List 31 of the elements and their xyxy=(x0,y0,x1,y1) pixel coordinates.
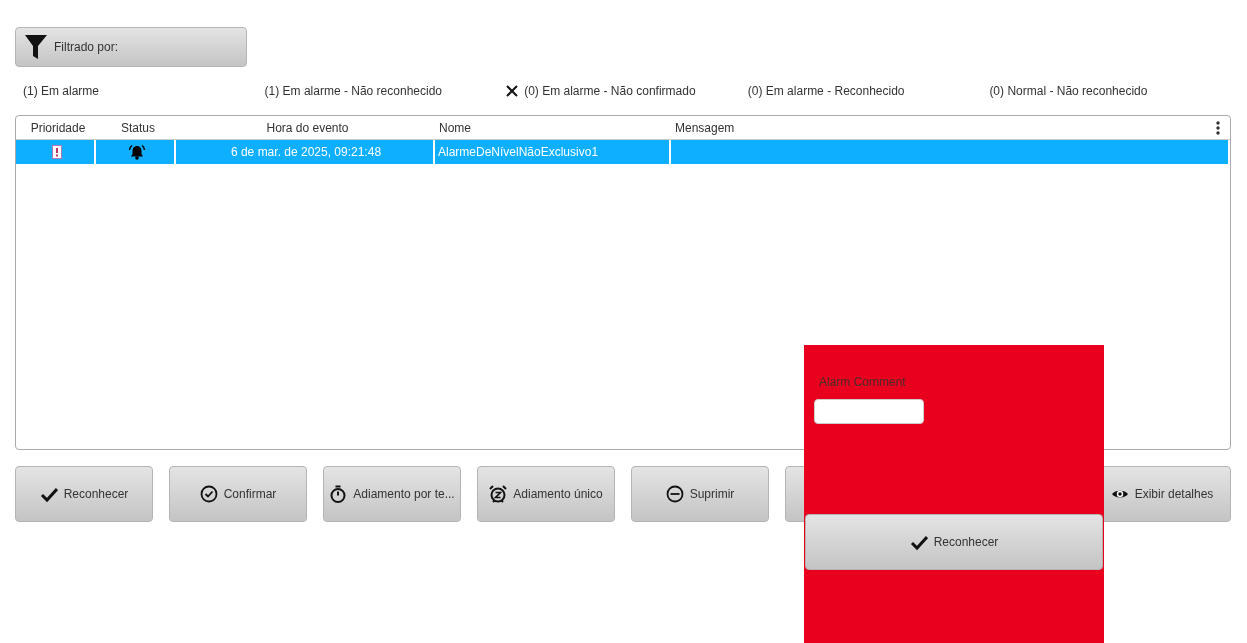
status-count[interactable]: (1) Em alarme xyxy=(23,84,99,98)
action-button[interactable]: Adiamento único xyxy=(477,466,615,522)
column-header[interactable]: Prioridade xyxy=(16,120,96,135)
status-count[interactable]: (1) Em alarme - Não reconhecido xyxy=(264,84,442,98)
acknowledge-button[interactable]: Reconhecer xyxy=(805,514,1103,570)
bell-icon xyxy=(127,144,146,160)
alarm-clock-icon xyxy=(489,485,508,503)
check-icon xyxy=(909,533,928,551)
table-cell: AlarmeDeNívelNãoExclusivo1 xyxy=(435,140,671,164)
check-icon xyxy=(39,485,58,503)
status-count[interactable]: (0) Normal - Não reconhecido xyxy=(989,84,1148,98)
status-count[interactable]: (0) Em alarme - Não confirmado xyxy=(524,84,696,98)
filter-button[interactable]: Filtrado por: xyxy=(15,27,247,67)
minus-circle-icon xyxy=(665,485,684,503)
column-header[interactable]: Hora do evento xyxy=(176,120,435,135)
column-header[interactable]: Mensagem xyxy=(671,120,1230,135)
comment-input-field[interactable] xyxy=(814,399,924,424)
field-label: Alarm Comment xyxy=(819,375,906,389)
action-button[interactable]: Reconhecer xyxy=(15,466,153,522)
more-options-icon[interactable] xyxy=(1216,121,1220,135)
filter-icon xyxy=(24,34,48,60)
action-button[interactable]: Confirmar xyxy=(169,466,307,522)
priority-icon xyxy=(51,145,62,159)
circle-check-icon xyxy=(199,485,218,503)
action-button[interactable]: Adiamento por te... xyxy=(323,466,461,522)
table-cell: 6 de mar. de 2025, 09:21:48 xyxy=(176,140,435,164)
column-header[interactable]: Nome xyxy=(435,120,671,135)
status-count[interactable]: (0) Em alarme - Reconhecido xyxy=(747,84,905,98)
action-button[interactable]: Suprimir xyxy=(631,466,769,522)
column-header[interactable]: Status xyxy=(96,120,176,135)
stopwatch-icon xyxy=(329,485,348,503)
